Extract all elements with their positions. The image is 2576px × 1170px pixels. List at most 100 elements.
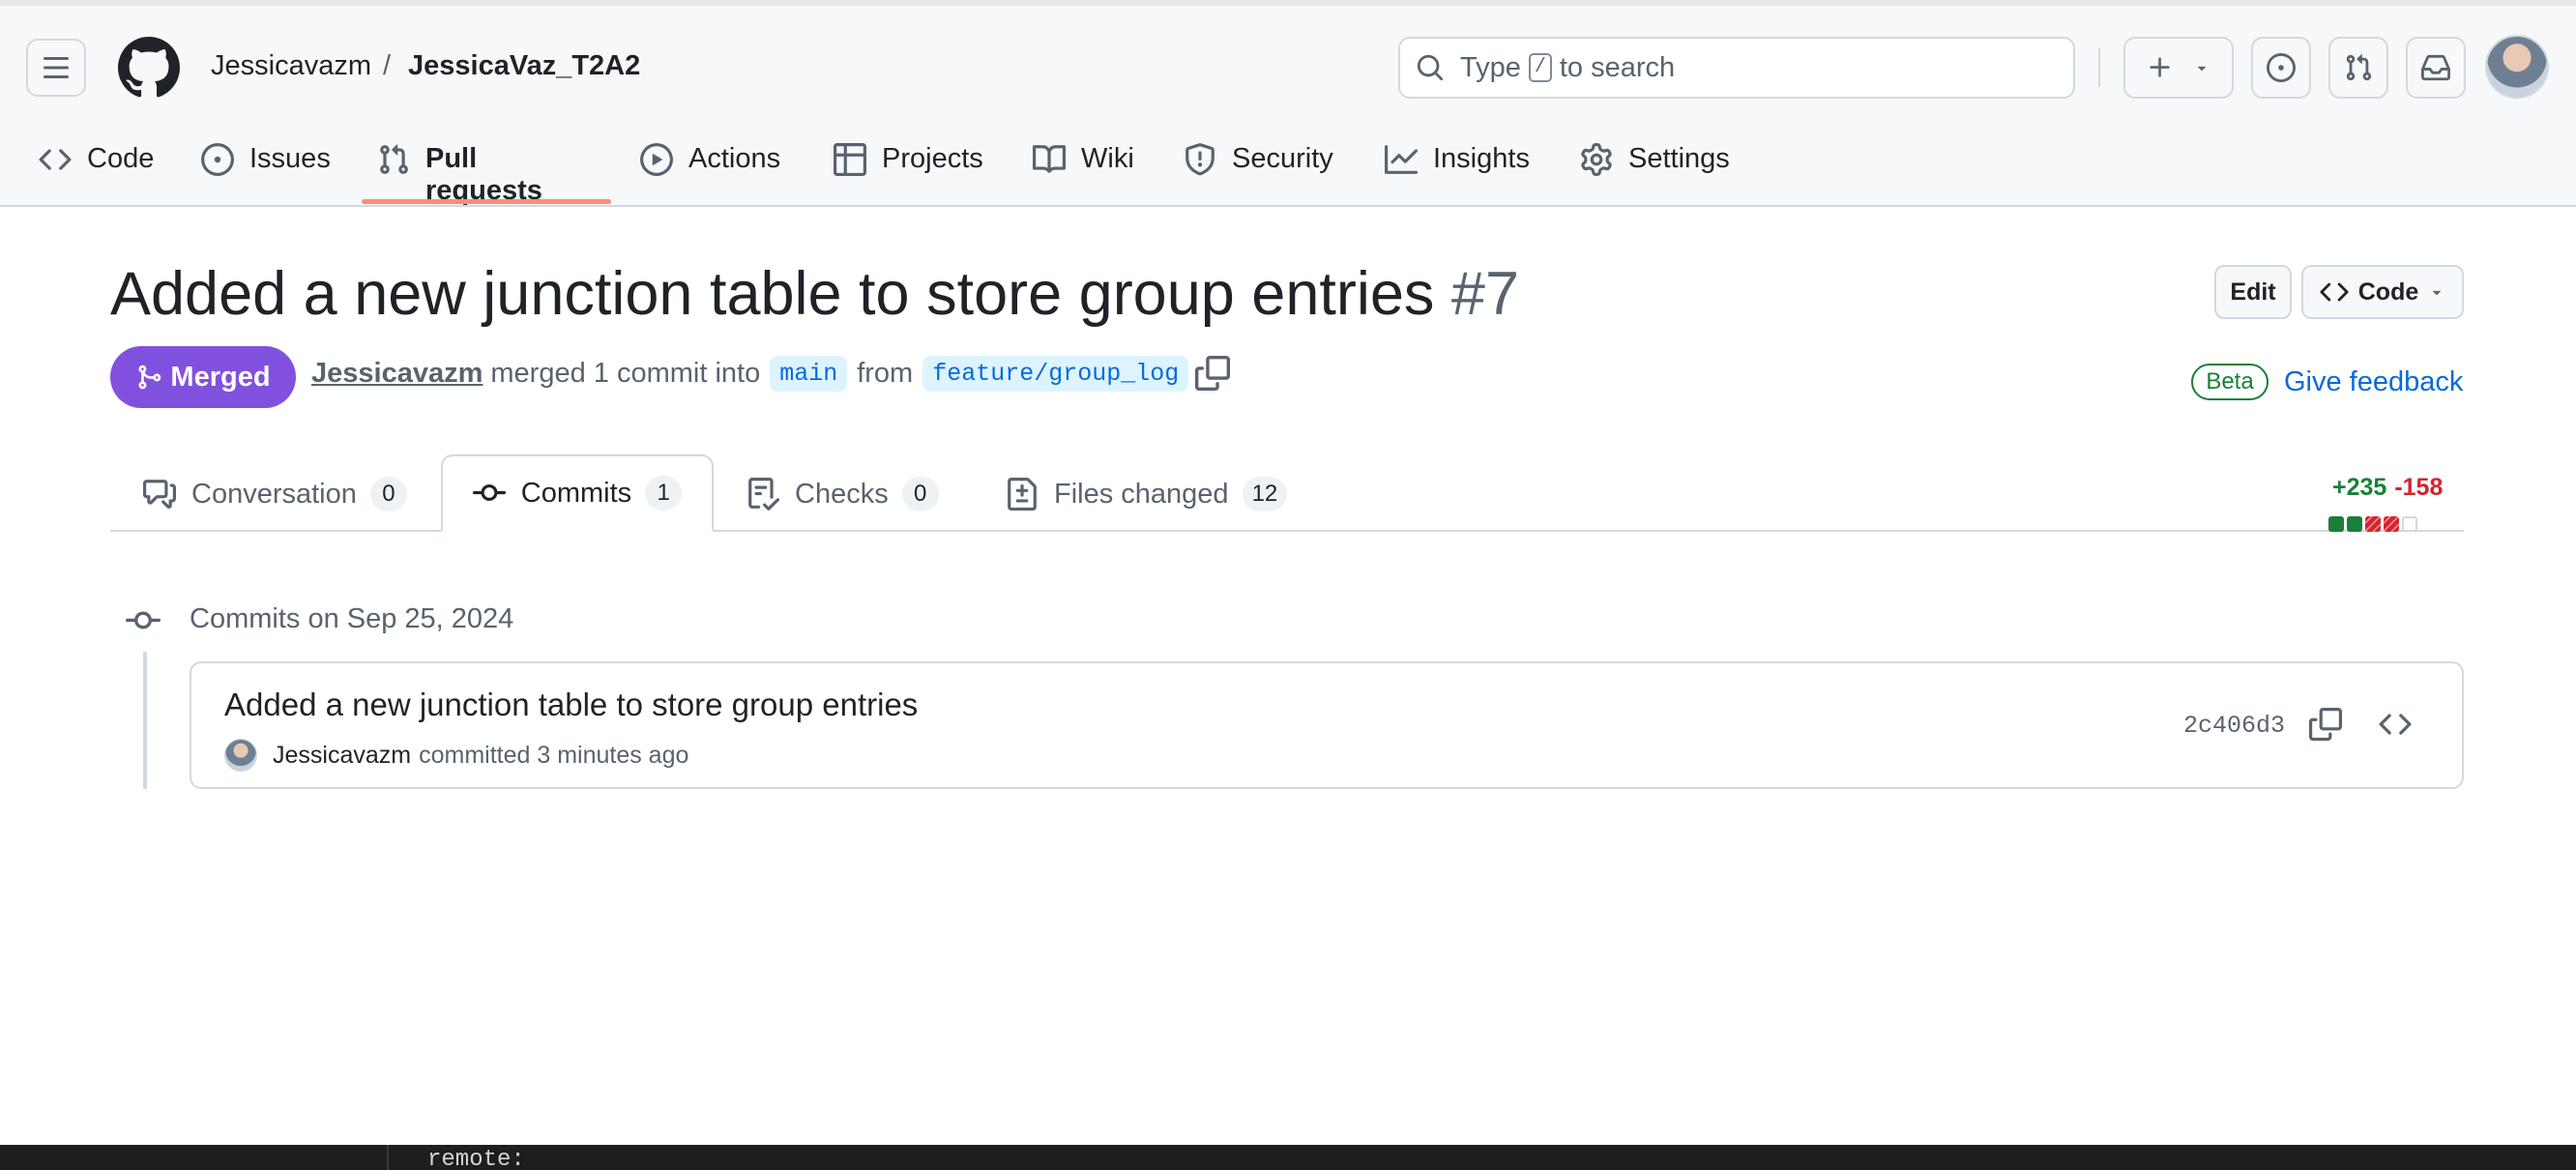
hamburger-icon [44, 57, 69, 78]
repo-owner-link[interactable]: Jessicavazm [211, 50, 371, 82]
window-top-edge [0, 0, 2576, 6]
global-header: Jessicavazm / JessicaVaz_T2A2 Type / to se… [0, 0, 2576, 207]
browse-code-icon[interactable] [2379, 708, 2412, 741]
author-link[interactable]: Jessicavazm [311, 358, 483, 390]
issues-button[interactable] [2251, 37, 2311, 99]
diffstat-block-added [2347, 516, 2362, 532]
inbox-icon [2421, 54, 2450, 81]
head-branch[interactable]: feature/group_log [922, 356, 1189, 392]
active-nav-indicator [362, 199, 611, 204]
tab-conversation-count: 0 [369, 477, 407, 512]
commit-message-link[interactable]: Added a new junction table to store grou… [224, 687, 918, 723]
diffstat-block-deleted [2384, 516, 2399, 532]
merged-text: merged 1 commit into [490, 358, 761, 389]
issue-opened-icon [201, 143, 234, 176]
nav-wiki-label: Wiki [1081, 143, 1134, 174]
nav-pull-requests[interactable]: Pull requests [377, 135, 542, 207]
search-placeholder: Type / to search [1460, 52, 1675, 84]
plus-icon [2150, 57, 2170, 77]
table-icon [834, 143, 866, 176]
gear-icon [1580, 143, 1613, 176]
create-new-button[interactable] [2123, 37, 2234, 99]
nav-insights[interactable]: Insights [1385, 135, 1530, 207]
pr-title-text: Added a new junction table to store grou… [110, 260, 1435, 328]
beta-badge: Beta [2191, 364, 2269, 400]
menu-button[interactable] [26, 39, 86, 97]
nav-code[interactable]: Code [39, 135, 154, 207]
tab-conversation[interactable]: Conversation 0 [143, 456, 407, 532]
tab-commits-label: Commits [520, 477, 632, 509]
nav-projects-label: Projects [882, 143, 983, 174]
nav-issues-label: Issues [249, 143, 331, 174]
nav-settings[interactable]: Settings [1580, 135, 1730, 207]
tab-files-changed-count: 12 [1242, 477, 1288, 512]
code-icon [39, 143, 72, 176]
nav-actions[interactable]: Actions [640, 135, 780, 207]
copy-icon[interactable] [2309, 708, 2342, 741]
shield-icon [1184, 143, 1216, 176]
user-avatar[interactable] [2485, 35, 2549, 99]
search-placeholder-suffix: to search [1559, 51, 1676, 83]
nav-insights-label: Insights [1433, 143, 1530, 174]
terminal-line: remote: [427, 1147, 525, 1170]
diffstat-deletions: -158 [2394, 474, 2444, 501]
commits-timeline [143, 652, 147, 789]
give-feedback-link[interactable]: Give feedback [2284, 366, 2463, 398]
status-badge-label: Merged [170, 361, 271, 393]
diffstat-block-deleted [2365, 516, 2381, 532]
repo-path-separator: / [383, 50, 392, 81]
commit-sha-link[interactable]: 2c406d3 [2183, 712, 2285, 740]
diffstat-additions: +235 [2332, 474, 2387, 501]
commit-row: Added a new junction table to store grou… [190, 661, 2464, 789]
header-divider [2098, 48, 2100, 87]
nav-code-label: Code [87, 143, 155, 174]
pr-number: #7 [1450, 260, 1519, 328]
inbox-button[interactable] [2406, 37, 2466, 99]
nav-projects[interactable]: Projects [834, 135, 983, 207]
search-input[interactable]: Type / to search [1398, 37, 2075, 99]
base-branch[interactable]: main [770, 356, 848, 392]
diffstat-block-neutral [2402, 516, 2417, 532]
pr-meta: Jessicavazm merged 1 commit into main fr… [311, 356, 1198, 392]
checklist-icon [746, 478, 779, 511]
git-commit-icon [472, 477, 506, 510]
comment-discussion-icon [143, 478, 176, 511]
repo-name-link[interactable]: JessicaVaz_T2A2 [408, 50, 640, 82]
nav-security-label: Security [1232, 143, 1333, 174]
github-logo-icon[interactable] [118, 37, 180, 99]
tab-commits-count: 1 [645, 476, 683, 511]
commit-action: committed 3 minutes ago [419, 741, 689, 769]
caret-down-icon [2197, 66, 2207, 72]
tab-files-changed-label: Files changed [1054, 478, 1229, 510]
tab-conversation-label: Conversation [191, 478, 357, 510]
search-shortcut-key: / [1528, 53, 1552, 82]
git-commit-icon [126, 611, 161, 629]
tab-files-changed[interactable]: Files changed 12 [1006, 456, 1288, 532]
code-dropdown-button[interactable]: Code [2301, 265, 2464, 319]
copy-icon[interactable] [1195, 356, 1230, 391]
issue-opened-icon [2267, 53, 2296, 82]
commits-group-heading: Commits on Sep 25, 2024 [190, 603, 514, 634]
terminal-divider [387, 1145, 389, 1170]
commit-author[interactable]: Jessicavazm [273, 742, 411, 770]
tab-commits[interactable]: Commits 1 [441, 454, 714, 532]
git-merge-icon [138, 365, 161, 390]
pull-requests-button[interactable] [2328, 37, 2388, 99]
git-pull-request-icon [2346, 54, 2372, 81]
nav-pull-requests-label: Pull requests [425, 143, 542, 206]
diffstat-blocks [2328, 516, 2417, 532]
tab-checks[interactable]: Checks 0 [746, 456, 939, 532]
diffstat-block-added [2328, 516, 2344, 532]
edit-button[interactable]: Edit [2214, 265, 2292, 319]
nav-issues[interactable]: Issues [201, 135, 331, 207]
nav-security[interactable]: Security [1184, 135, 1333, 207]
graph-icon [1385, 143, 1418, 176]
commit-author-avatar[interactable] [224, 739, 257, 772]
caret-down-icon [2433, 290, 2442, 296]
book-icon [1033, 143, 1066, 176]
search-placeholder-prefix: Type [1460, 51, 1521, 83]
tab-checks-label: Checks [795, 478, 889, 510]
tab-checks-count: 0 [901, 477, 939, 512]
nav-wiki[interactable]: Wiki [1033, 135, 1134, 207]
nav-actions-label: Actions [688, 143, 781, 174]
